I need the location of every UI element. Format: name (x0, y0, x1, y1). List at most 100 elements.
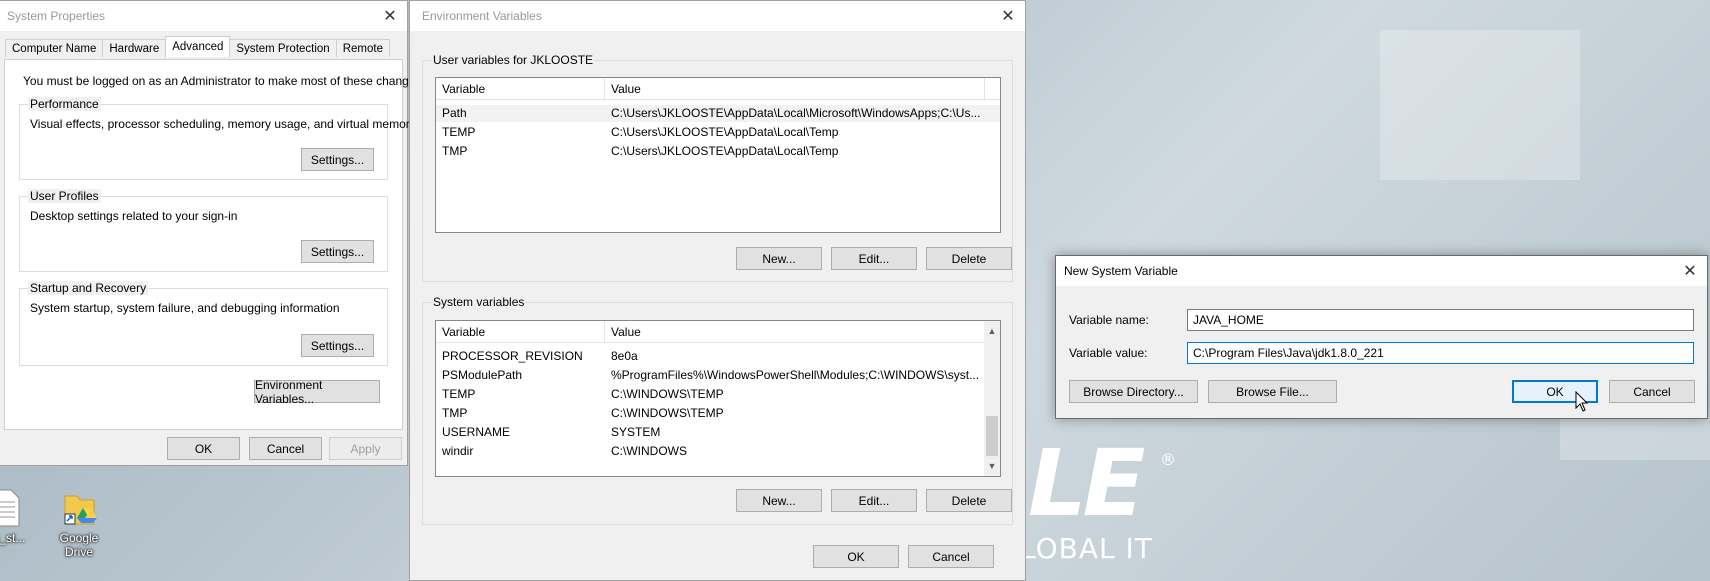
variable-name-input[interactable]: JAVA_HOME (1187, 309, 1694, 331)
value-cell: C:\Users\JKLOOSTE\AppData\Local\Microsof… (611, 106, 981, 120)
table-row[interactable]: TEMP C:\WINDOWS\TEMP (436, 386, 1000, 403)
desktop-logo-letters: LE (1028, 430, 1145, 537)
scroll-down-arrow-icon[interactable]: ▼ (984, 458, 1000, 474)
list-header: Variable Value (436, 321, 1000, 343)
tab-computer-name[interactable]: Computer Name (5, 39, 104, 57)
table-row[interactable]: TMP C:\Users\JKLOOSTE\AppData\Local\Temp (436, 143, 1000, 160)
performance-description: Visual effects, processor scheduling, me… (30, 117, 416, 131)
variable-cell: PROCESSOR_REVISION (442, 349, 583, 363)
desktop-logo-tagline: LOBAL IT (1020, 532, 1153, 565)
performance-label: Performance (28, 97, 101, 111)
scrollbar-thumb[interactable] (986, 416, 998, 456)
user-profiles-settings-button[interactable]: Settings... (301, 240, 374, 263)
value-cell: C:\Users\JKLOOSTE\AppData\Local\Temp (611, 125, 839, 139)
new-var-cancel-button[interactable]: Cancel (1609, 380, 1695, 403)
system-variables-group: System variables Variable Value PROCESSO… (422, 295, 1013, 525)
desktop-logo-registered: ® (1160, 450, 1176, 469)
user-profiles-description: Desktop settings related to your sign-in (30, 209, 238, 223)
env-vars-titlebar[interactable]: Environment Variables ✕ (410, 1, 1025, 31)
user-variables-label: User variables for JKLOOSTE (431, 53, 596, 67)
new-system-variable-dialog: New System Variable ✕ Variable name: JAV… (1055, 255, 1708, 419)
variable-cell: USERNAME (442, 425, 511, 439)
system-list-scrollbar[interactable]: ▲ ▼ (984, 321, 1000, 476)
desktop-background-block (1380, 30, 1580, 180)
column-header-variable[interactable]: Variable (436, 78, 605, 100)
value-cell: 8e0a (611, 349, 638, 363)
admin-note: You must be logged on as an Administrato… (23, 74, 425, 88)
user-profiles-group: User Profiles Desktop settings related t… (19, 189, 388, 272)
tab-system-protection[interactable]: System Protection (229, 39, 337, 57)
table-row[interactable]: PSModulePath %ProgramFiles%\WindowsPower… (436, 367, 1000, 384)
sysprop-cancel-button[interactable]: Cancel (249, 437, 322, 460)
sysprop-apply-button[interactable]: Apply (329, 437, 402, 460)
value-cell: C:\WINDOWS\TEMP (611, 406, 724, 420)
tab-bar: Computer Name Hardware Advanced System P… (5, 36, 390, 57)
window-title: New System Variable (1064, 264, 1178, 278)
scroll-up-arrow-icon[interactable]: ▲ (984, 323, 1000, 339)
value-cell: %ProgramFiles%\WindowsPowerShell\Modules… (611, 368, 980, 382)
system-edit-button[interactable]: Edit... (831, 489, 917, 512)
column-header-value[interactable]: Value (605, 78, 985, 100)
mouse-cursor-icon (1575, 391, 1589, 412)
user-delete-button[interactable]: Delete (926, 247, 1012, 270)
environment-variables-button[interactable]: Environment Variables... (254, 378, 380, 406)
advanced-tab-panel: You must be logged on as an Administrato… (4, 59, 425, 430)
tab-hardware[interactable]: Hardware (102, 39, 167, 57)
variable-cell: TMP (442, 144, 468, 158)
system-properties-titlebar[interactable]: System Properties ✕ (0, 1, 407, 31)
list-header: Variable Value (436, 78, 1000, 100)
desktop-google-drive-shortcut[interactable]: Google Drive (44, 488, 114, 559)
system-variables-label: System variables (431, 295, 527, 309)
startup-settings-button[interactable]: Settings... (301, 334, 374, 357)
startup-recovery-label: Startup and Recovery (28, 281, 149, 295)
table-row[interactable]: USERNAME SYSTEM (436, 424, 1000, 441)
performance-group: Performance Visual effects, processor sc… (19, 97, 416, 180)
table-row[interactable]: Path C:\Users\JKLOOSTE\AppData\Local\Mic… (436, 105, 1000, 122)
startup-recovery-description: System startup, system failure, and debu… (30, 301, 340, 315)
table-row[interactable]: TMP C:\WINDOWS\TEMP (436, 405, 1000, 422)
table-row[interactable]: TEMP C:\Users\JKLOOSTE\AppData\Local\Tem… (436, 124, 1000, 141)
variable-value-input[interactable]: C:\Program Files\Java\jdk1.8.0_221 (1187, 342, 1694, 364)
table-row[interactable]: windir C:\WINDOWS (436, 443, 1000, 460)
window-title: System Properties (7, 9, 106, 23)
window-title: Environment Variables (422, 9, 542, 23)
user-variables-list[interactable]: Variable Value Path C:\Users\JKLOOSTE\Ap… (435, 77, 1001, 233)
value-cell: C:\Users\JKLOOSTE\AppData\Local\Temp (611, 144, 839, 158)
env-cancel-button[interactable]: Cancel (908, 545, 994, 568)
sysprop-ok-button[interactable]: OK (167, 437, 240, 460)
variable-cell: TEMP (442, 387, 476, 401)
value-cell: C:\WINDOWS\TEMP (611, 387, 724, 401)
variable-cell: PSModulePath (442, 368, 523, 382)
google-drive-label: Google Drive (59, 531, 99, 559)
variable-cell: TMP (442, 406, 468, 420)
startup-recovery-group: Startup and Recovery System startup, sys… (19, 281, 388, 366)
close-icon[interactable]: ✕ (997, 5, 1019, 27)
table-row[interactable]: PROCESSOR_REVISION 8e0a (436, 348, 1000, 365)
column-header-value[interactable]: Value (605, 321, 985, 343)
new-var-titlebar[interactable]: New System Variable ✕ (1056, 256, 1707, 286)
system-variables-list[interactable]: Variable Value PROCESSOR_REVISION 8e0a P… (435, 320, 1001, 477)
desktop-file-icon[interactable]: ics_st... (0, 488, 40, 545)
variable-cell: windir (442, 444, 474, 458)
env-ok-button[interactable]: OK (813, 545, 899, 568)
desktop-file-label: ics_st... (0, 531, 26, 545)
system-properties-window: System Properties ✕ Computer Name Hardwa… (0, 0, 425, 466)
close-icon[interactable]: ✕ (379, 5, 401, 27)
tab-remote[interactable]: Remote (335, 39, 390, 57)
column-header-variable[interactable]: Variable (436, 321, 605, 343)
system-new-button[interactable]: New... (736, 489, 822, 512)
close-icon[interactable]: ✕ (1679, 260, 1701, 282)
value-cell: C:\WINDOWS (611, 444, 687, 458)
user-variables-group: User variables for JKLOOSTE Variable Val… (422, 53, 1013, 282)
browse-directory-button[interactable]: Browse Directory... (1069, 380, 1198, 403)
document-icon (0, 489, 20, 527)
performance-settings-button[interactable]: Settings... (301, 148, 374, 171)
system-delete-button[interactable]: Delete (926, 489, 1012, 512)
user-profiles-label: User Profiles (28, 189, 101, 203)
browse-file-button[interactable]: Browse File... (1208, 380, 1337, 403)
tab-advanced[interactable]: Advanced (165, 36, 231, 57)
user-new-button[interactable]: New... (736, 247, 822, 270)
user-edit-button[interactable]: Edit... (831, 247, 917, 270)
variable-cell: TEMP (442, 125, 476, 139)
variable-name-label: Variable name: (1069, 313, 1149, 327)
